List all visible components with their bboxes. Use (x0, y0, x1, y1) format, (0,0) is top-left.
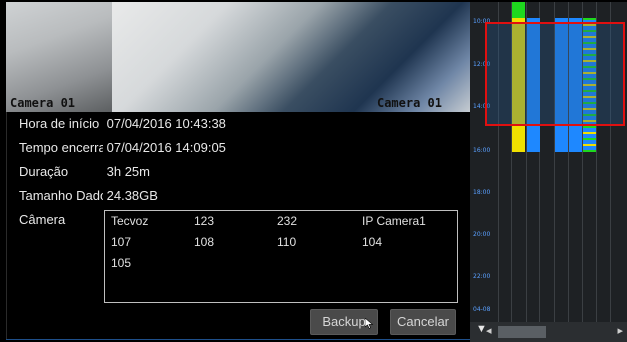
camera-list-item[interactable]: 110 (277, 235, 296, 249)
camera-list-item[interactable]: 108 (194, 235, 214, 249)
camera-list-box[interactable]: Tecvoz 123 232 IP Camera1 107 108 110 10… (104, 210, 458, 303)
camera-label-left: Camera 01 (10, 96, 76, 110)
camera-list-item[interactable]: IP Camera1 (362, 214, 426, 228)
timeline-date-label: 04-08 (473, 306, 491, 313)
data-size-row: Tamanho Dados 24.38GB (19, 188, 158, 206)
backup-button[interactable]: Backup (310, 309, 378, 335)
scroll-left-icon[interactable]: ◂ (486, 324, 492, 337)
start-time-value: 07/04/2016 10:43:38 (106, 116, 226, 131)
timeline-selection[interactable] (485, 22, 625, 126)
scroll-right-icon[interactable]: ▸ (617, 324, 623, 337)
duration-row: Duração 3h 25m (19, 164, 150, 182)
timeline-hour-label: 16:00 (473, 147, 491, 154)
camera-row: Câmera (19, 212, 103, 230)
camera-list-item[interactable]: 107 (111, 235, 131, 249)
data-size-value: 24.38GB (106, 188, 158, 203)
cancel-button-label: Cancelar (396, 314, 450, 329)
divider (6, 339, 471, 340)
app-window: Camera 01 Camera 01 Hora de início 07/04… (0, 0, 627, 342)
timeline-scrollbar[interactable]: ▼ ◂ ▸ (470, 322, 627, 342)
timeline-hour-label: 22:00 (473, 273, 491, 280)
end-time-value: 07/04/2016 14:09:05 (106, 140, 226, 155)
camera-list-item[interactable]: 123 (194, 214, 214, 228)
duration-value: 3h 25m (106, 164, 150, 179)
end-time-label: Tempo encerramento (19, 140, 103, 155)
camera-list-item[interactable]: 232 (277, 214, 297, 228)
timeline-hour-label: 20:00 (473, 231, 491, 238)
start-time-label: Hora de início (19, 116, 100, 131)
duration-label: Duração (19, 164, 69, 179)
camera-view-left[interactable]: Camera 01 (6, 2, 112, 112)
end-time-row: Tempo encerramento 07/04/2016 14:09:05 (19, 140, 226, 158)
recording-segment-green[interactable] (512, 2, 525, 18)
camera-list-item[interactable]: 104 (362, 235, 382, 249)
camera-label-main: Camera 01 (376, 96, 442, 110)
camera-list-item[interactable]: 105 (111, 256, 131, 270)
timeline-hour-label: 18:00 (473, 189, 491, 196)
data-size-label: Tamanho Dados (19, 188, 103, 203)
start-time-row: Hora de início 07/04/2016 10:43:38 (19, 116, 226, 134)
camera-view-main[interactable]: Camera 01 (112, 2, 470, 112)
camera-list-item[interactable]: Tecvoz (111, 214, 148, 228)
scrollbar-thumb[interactable] (498, 326, 546, 338)
mouse-cursor-icon (365, 318, 374, 329)
cancel-button[interactable]: Cancelar (390, 309, 456, 335)
camera-label: Câmera (19, 212, 66, 227)
backup-dialog: Hora de início 07/04/2016 10:43:38 Tempo… (6, 112, 472, 340)
backup-button-label: Backup (322, 314, 366, 329)
